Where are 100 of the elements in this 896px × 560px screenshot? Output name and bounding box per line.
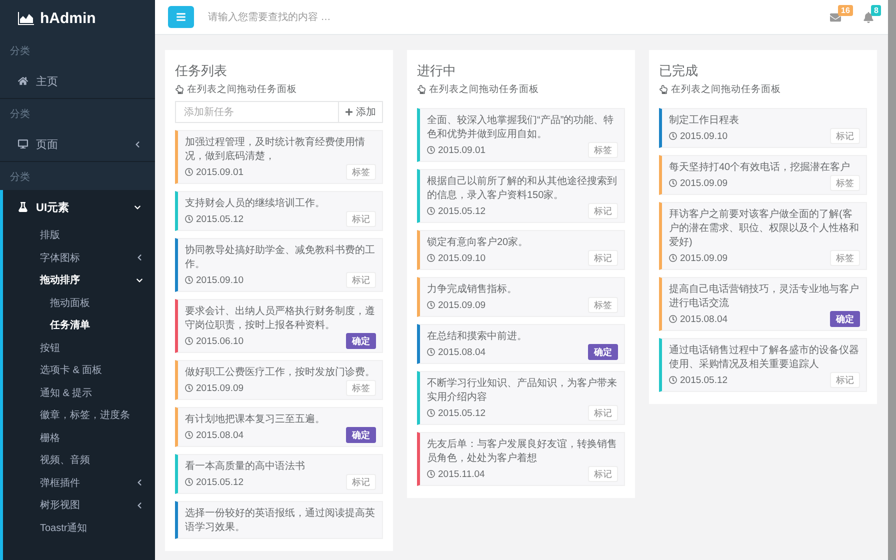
task-card[interactable]: 提高自己电话营销技巧，灵活专业地与客户进行电话交流 2015.08.04 确定 <box>659 277 867 331</box>
task-card[interactable]: 拜访客户之前要对该客户做全面的了解(客户的潜在需求、职位、权限以及个人性格和爱好) 2015.09.09 标签 <box>659 202 867 270</box>
task-date: 2015.09.09 <box>680 178 728 188</box>
panel-title: 已完成 <box>659 62 699 80</box>
flask-icon <box>18 202 28 212</box>
task-date: 2015.09.01 <box>438 144 486 156</box>
menu-item[interactable]: 栅格 <box>3 426 155 449</box>
add-button[interactable]: 添加 <box>339 101 383 123</box>
menu-item[interactable]: 排版 <box>3 224 155 246</box>
clock-icon <box>669 315 677 323</box>
task-card[interactable]: 在总结和摸索中前进。 2015.08.04 确定 <box>417 324 625 364</box>
task-card[interactable]: 选择一份较好的英语报纸，通过阅读提高英语学习效果。 <box>175 501 383 539</box>
task-text: 看一本高质量的高中语法书 <box>185 460 306 474</box>
task-card[interactable]: 不断学习行业知识、产品知识，为客户带来实用介绍内容 2015.05.12 标记 <box>417 371 625 425</box>
task-date: 2015.09.10 <box>196 274 244 286</box>
task-text: 每天坚持打40个有效电话，挖掘潜在客户 <box>669 161 852 175</box>
scrollbar[interactable] <box>888 0 896 560</box>
menu-item[interactable]: Toastr通知 <box>3 516 155 539</box>
task-date: 2015.09.01 <box>196 166 244 178</box>
task-date: 2015.05.12 <box>438 408 486 418</box>
task-card[interactable]: 做好职工公费医疗工作，按时发放门诊费。 2015.09.09 标签 <box>175 360 383 400</box>
menu-item[interactable]: 弹框插件 <box>3 472 155 494</box>
menu-item[interactable]: 字体图标 <box>3 246 155 269</box>
caret-icon <box>136 479 143 486</box>
task-date: 2015.08.04 <box>196 430 244 440</box>
panel-title: 任务列表 <box>175 62 228 80</box>
clock-icon <box>427 207 435 215</box>
menu-item[interactable]: 选项卡 & 面板 <box>3 359 155 382</box>
menu-item[interactable]: 拖动面板 <box>3 292 155 314</box>
task-text: 选择一份较好的英语报纸，通过阅读提高英语学习效果。 <box>185 507 376 535</box>
task-date: 2015.05.12 <box>438 206 486 216</box>
menu-button[interactable] <box>168 6 194 28</box>
menu-item[interactable]: 主页 <box>0 64 155 98</box>
menu-item[interactable]: 徽章，标签，进度条 <box>3 404 155 426</box>
menu-item[interactable]: 树形视图 <box>3 494 155 516</box>
task-card[interactable]: 全面、较深入地掌握我们“产品”的功能、特色和优势并做到应用自如。 2015.09.01 标签 <box>417 108 625 162</box>
task-card[interactable]: 有计划地把课本复习三至五遍。 2015.08.04 确定 <box>175 407 383 447</box>
new-task-field[interactable]: 添加新任务 <box>175 101 339 123</box>
desktop-icon <box>18 139 28 149</box>
task-date: 2015.09.10 <box>680 130 728 142</box>
menu-item[interactable]: 视频、音频 <box>3 449 155 472</box>
panel-hint: 在列表之间拖动任务面板 <box>429 83 539 96</box>
envelope-icon[interactable] <box>830 12 841 22</box>
clock-icon <box>427 409 435 417</box>
caret-icon <box>134 140 141 148</box>
menu-item[interactable]: 任务清单 <box>3 314 155 336</box>
task-card[interactable]: 协同教导处搞好助学金、减免教科书费的工作。 2015.09.10 标记 <box>175 238 383 292</box>
menu-item[interactable]: 通知 & 提示 <box>3 382 155 404</box>
task-label: 标记 <box>588 250 618 266</box>
task-date: 2015.05.12 <box>196 214 244 224</box>
task-card[interactable]: 加强过程管理，及时统计教育经费使用情况，做到底码清楚， 2015.09.01 标签 <box>175 130 383 184</box>
task-card[interactable]: 要求会计、出纳人员严格执行财务制度，遵守岗位职责，按时上报各种资料。 2015.06.10 确定 <box>175 299 383 353</box>
task-label: 标签 <box>346 164 376 180</box>
task-date: 2015.11.04 <box>438 468 485 480</box>
clock-icon <box>185 337 193 345</box>
task-text: 力争完成销售指标。 <box>427 283 518 297</box>
clock-icon <box>185 168 193 176</box>
task-text: 拜访客户之前要对该客户做全面的了解(客户的潜在需求、职位、权限以及个人性格和爱好) <box>669 208 860 250</box>
hand-icon <box>175 85 184 94</box>
bell-icon[interactable] <box>863 12 874 22</box>
task-text: 有计划地把课本复习三至五遍。 <box>185 413 326 427</box>
task-label: 标记 <box>588 466 618 482</box>
task-label: 标签 <box>830 175 860 191</box>
panel-hint: 在列表之间拖动任务面板 <box>671 83 781 96</box>
task-date: 2015.05.12 <box>680 374 728 386</box>
clock-icon <box>185 276 193 284</box>
panel-hint: 在列表之间拖动任务面板 <box>187 83 297 96</box>
task-text: 先友后单：与客户发展良好友谊，转换销售员角色，处处为客户着想 <box>427 438 618 466</box>
task-card[interactable]: 制定工作日程表 2015.09.10 标记 <box>659 108 867 148</box>
clock-icon <box>427 254 435 262</box>
task-card[interactable]: 先友后单：与客户发展良好友谊，转换销售员角色，处处为客户着想 2015.11.04 标记 <box>417 432 625 486</box>
task-label: 确定 <box>346 427 376 443</box>
task-card[interactable]: 每天坚持打40个有效电话，挖掘潜在客户 2015.09.09 标签 <box>659 155 867 195</box>
task-card[interactable]: 看一本高质量的高中语法书 2015.05.12 标记 <box>175 454 383 494</box>
task-text: 制定工作日程表 <box>669 114 740 128</box>
task-date: 2015.06.10 <box>196 336 244 346</box>
clock-icon <box>427 470 435 478</box>
task-card[interactable]: 支持财会人员的继续培训工作。 2015.05.12 标记 <box>175 191 383 231</box>
task-card[interactable]: 力争完成销售指标。 2015.09.09 标签 <box>417 277 625 317</box>
task-label: 确定 <box>588 344 618 360</box>
task-label: 标记 <box>830 128 860 144</box>
caret-icon <box>134 204 141 210</box>
task-label: 标签 <box>588 297 618 313</box>
task-card[interactable]: 锁定有意向客户20家。 2015.09.10 标记 <box>417 230 625 270</box>
task-text: 要求会计、出纳人员严格执行财务制度，遵守岗位职责，按时上报各种资料。 <box>185 305 376 333</box>
clock-icon <box>185 215 193 223</box>
task-text: 提高自己电话营销技巧，灵活专业地与客户进行电话交流 <box>669 283 860 311</box>
clock-icon <box>185 384 193 392</box>
menu-icon <box>176 12 186 22</box>
menu-item[interactable]: 拖动排序 <box>3 269 155 292</box>
menu-item[interactable]: 按钮 <box>3 336 155 359</box>
home-icon <box>18 76 28 86</box>
menu-item[interactable]: UI元素 <box>0 190 155 224</box>
menu-item[interactable]: 页面 <box>0 127 155 161</box>
task-text: 做好职工公费医疗工作，按时发放门诊费。 <box>185 366 376 380</box>
task-card[interactable]: 根据自己以前所了解的和从其他途径搜索到的信息，录入客户资料150家。 2015.05.12 标记 <box>417 169 625 223</box>
task-date: 2015.09.09 <box>680 252 728 264</box>
task-card[interactable]: 通过电话销售过程中了解各盛市的设备仪器使用、采购情况及相关重要追踪人 2015.05.12 标记 <box>659 338 867 392</box>
task-text: 支持财会人员的继续培训工作。 <box>185 197 326 211</box>
section-label: 分类 <box>9 108 31 122</box>
